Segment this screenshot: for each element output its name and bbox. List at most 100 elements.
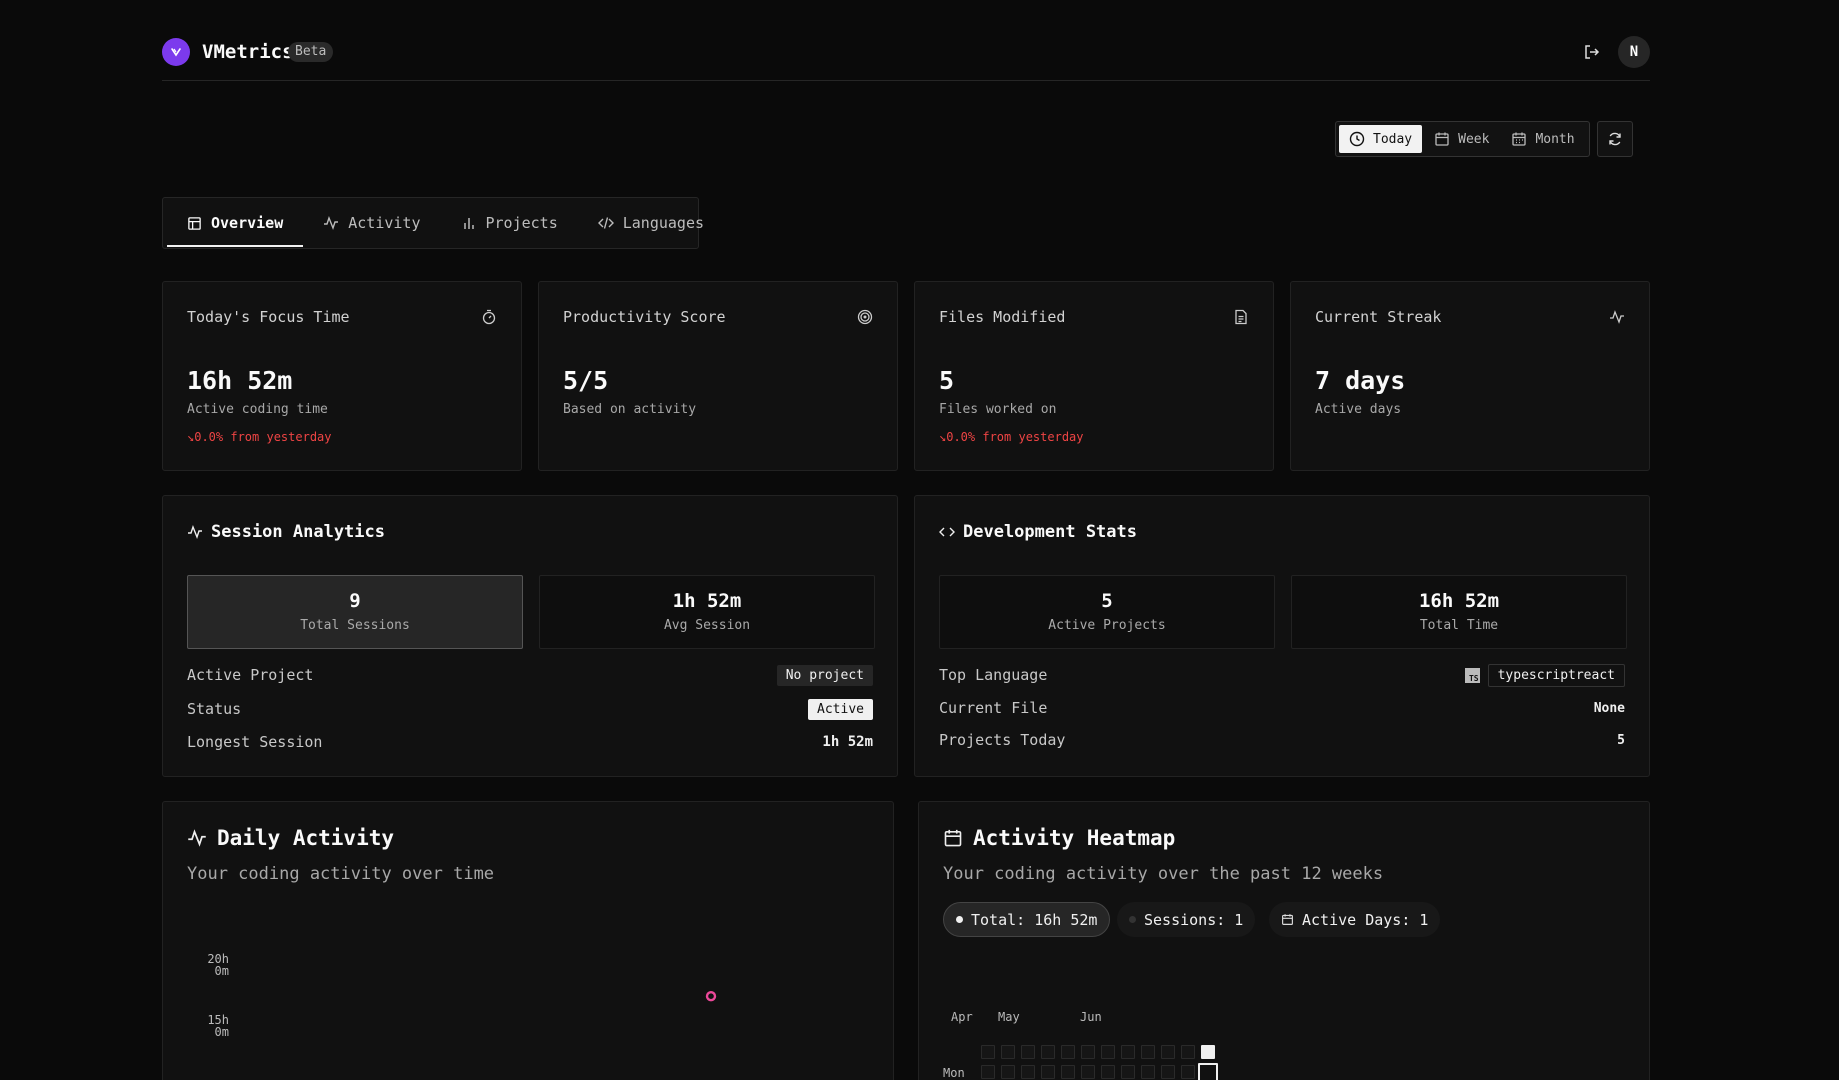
calendar-icon: [1282, 914, 1293, 925]
tab-languages-label: Languages: [622, 214, 705, 232]
total-chip: Total: 16h 52m: [943, 902, 1111, 937]
stat-card-files-modified: Files Modified 5 Files worked on ↘0.0% f…: [914, 281, 1274, 471]
stat-title: Current Streak: [1315, 308, 1442, 326]
total-sessions-tile: 9 Total Sessions: [187, 575, 523, 649]
heatmap-cell[interactable]: [1041, 1065, 1055, 1079]
logout-icon: [1585, 45, 1600, 59]
active-days-chip: Active Days: 1: [1269, 902, 1441, 937]
month-label: Jun: [1080, 1010, 1102, 1024]
day-label: Mon: [943, 1066, 965, 1080]
tab-languages[interactable]: Languages: [578, 201, 724, 245]
activity-icon: [188, 524, 202, 540]
y-tick-label: 20h 0m: [187, 953, 229, 977]
heatmap-cell[interactable]: [1141, 1045, 1155, 1059]
heatmap-cell[interactable]: [1161, 1065, 1175, 1079]
code-icon: [597, 217, 614, 229]
range-today-label: Today: [1373, 131, 1413, 147]
total-time-label: Total Time: [1419, 618, 1499, 633]
heatmap-cell[interactable]: [981, 1045, 995, 1059]
tab-projects-label: Projects: [485, 214, 558, 232]
data-point[interactable]: [705, 991, 717, 1002]
avatar[interactable]: N: [1618, 36, 1650, 68]
stat-title: Files Modified: [939, 308, 1066, 326]
heatmap-cell[interactable]: [1181, 1045, 1195, 1059]
heatmap-cell[interactable]: [1061, 1065, 1075, 1079]
sessions-chip: Sessions: 1: [1117, 902, 1256, 937]
code-icon: [939, 527, 955, 537]
range-today-button[interactable]: Today: [1339, 125, 1423, 153]
development-stats-title-text: Development Stats: [963, 522, 1137, 542]
heatmap-cell[interactable]: [1201, 1045, 1215, 1059]
heatmap-cell[interactable]: [1141, 1065, 1155, 1079]
tab-activity[interactable]: Activity: [303, 201, 440, 245]
range-month-label: Month: [1535, 131, 1575, 147]
heatmap-cell[interactable]: [1081, 1045, 1095, 1059]
stat-value: 5: [939, 366, 955, 395]
top-language-label: Top Language: [939, 666, 1048, 684]
avg-session-value: 1h 52m: [672, 590, 742, 612]
development-stats-card: Development Stats 5 Active Projects 16h …: [914, 495, 1650, 777]
stat-subtitle: Active coding time: [187, 402, 328, 417]
status-row: Status Active: [187, 697, 873, 721]
calendar-icon: [944, 829, 962, 847]
heatmap-cell[interactable]: [1198, 1063, 1218, 1080]
heatmap-cell[interactable]: [1001, 1065, 1015, 1079]
heatmap-cell[interactable]: [1101, 1045, 1115, 1059]
heatmap-cell[interactable]: [1081, 1065, 1095, 1079]
logout-button[interactable]: [1582, 42, 1602, 62]
daily-activity-title: Daily Activity: [187, 826, 394, 850]
total-sessions-value: 9: [349, 590, 361, 612]
heatmap-cell[interactable]: [1021, 1065, 1035, 1079]
total-sessions-label: Total Sessions: [300, 618, 410, 633]
activity-heatmap-title-text: Activity Heatmap: [973, 826, 1176, 850]
heatmap-cell[interactable]: [1041, 1045, 1055, 1059]
total-time-tile: 16h 52m Total Time: [1291, 575, 1627, 649]
brand-name: VMetrics: [202, 41, 294, 63]
heatmap-cell[interactable]: [1101, 1065, 1115, 1079]
bar-chart-icon: [463, 218, 474, 229]
tab-projects[interactable]: Projects: [441, 201, 578, 245]
month-label: Apr: [951, 1010, 973, 1024]
calendar-grid-icon: [1512, 132, 1527, 146]
typescript-icon: TS: [1464, 667, 1480, 683]
active-days-chip-text: Active Days: 1: [1302, 910, 1429, 929]
heatmap-cell[interactable]: [1021, 1045, 1035, 1059]
stat-subtitle: Active days: [1315, 402, 1402, 417]
active-projects-tile: 5 Active Projects: [939, 575, 1275, 649]
range-week-button[interactable]: Week: [1424, 125, 1499, 153]
stat-title: Today's Focus Time: [187, 308, 350, 326]
y-tick-line: 0m: [214, 1025, 229, 1039]
refresh-button[interactable]: [1597, 121, 1633, 157]
avg-session-label: Avg Session: [663, 618, 751, 633]
stat-change-text: 0.0% from yesterday: [194, 430, 332, 444]
heatmap-cell[interactable]: [981, 1065, 995, 1079]
activity-icon: [324, 215, 339, 231]
activity-heatmap-card: Activity Heatmap Your coding activity ov…: [918, 801, 1650, 1080]
beta-badge: Beta: [288, 42, 334, 62]
stat-change-text: 0.0% from yesterday: [946, 430, 1084, 444]
stat-card-productivity: Productivity Score 5/5 Based on activity: [538, 281, 898, 471]
projects-today-row: Projects Today 5: [939, 728, 1625, 752]
heatmap-cell[interactable]: [1181, 1065, 1195, 1079]
stat-subtitle: Files worked on: [939, 402, 1057, 417]
active-project-label: Active Project: [187, 666, 314, 684]
stat-change: ↘0.0% from yesterday: [187, 430, 332, 444]
tab-bar: Overview Activity Projects Languages: [162, 197, 704, 249]
current-file-row: Current File None: [939, 696, 1625, 720]
heatmap-cell[interactable]: [1001, 1045, 1015, 1059]
daily-activity-chart: [705, 991, 717, 1002]
projects-today-label: Projects Today: [939, 731, 1066, 749]
calendar-icon: [1435, 132, 1449, 146]
status-label: Status: [187, 700, 242, 718]
activity-heatmap-title: Activity Heatmap: [943, 826, 1175, 850]
active-project-badge: No project: [776, 664, 873, 686]
range-month-button[interactable]: Month: [1501, 125, 1584, 153]
logo[interactable]: [162, 38, 190, 66]
heatmap-cell[interactable]: [1121, 1045, 1135, 1059]
tab-overview[interactable]: Overview: [167, 201, 304, 247]
development-stats-title: Development Stats: [939, 522, 1137, 542]
heatmap-cell[interactable]: [1161, 1045, 1175, 1059]
heatmap-cell[interactable]: [1121, 1065, 1135, 1079]
heatmap-cell[interactable]: [1061, 1045, 1075, 1059]
sessions-chip-text: Sessions: 1: [1144, 910, 1244, 929]
